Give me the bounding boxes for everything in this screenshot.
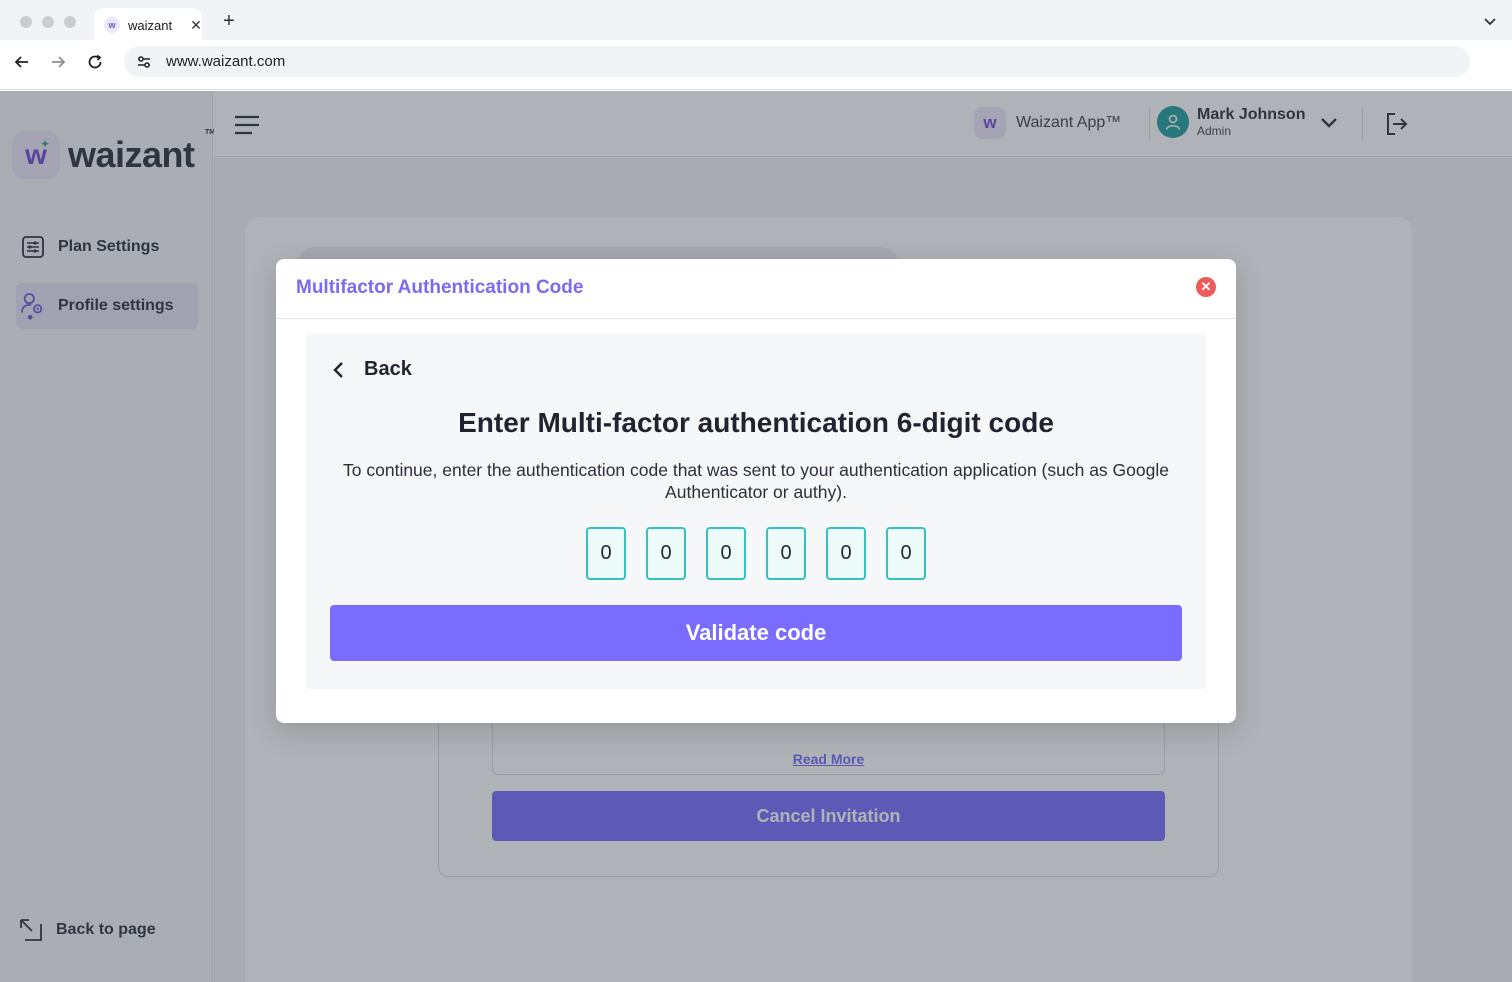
tab-title: waizant bbox=[128, 17, 173, 33]
tab-list-chevron-icon[interactable] bbox=[1482, 13, 1498, 29]
code-digit-3[interactable] bbox=[706, 527, 746, 580]
back-label: Back bbox=[364, 358, 412, 380]
code-input-group bbox=[586, 527, 926, 580]
code-digit-1[interactable] bbox=[586, 527, 626, 580]
code-digit-2[interactable] bbox=[646, 527, 686, 580]
modal-body: Back Enter Multi-factor authentication 6… bbox=[306, 333, 1206, 689]
chevron-left-icon bbox=[333, 361, 343, 378]
modal-header: Multifactor Authentication Code ✕ bbox=[276, 259, 1236, 319]
back-arrow-icon[interactable] bbox=[13, 53, 31, 71]
browser-tab-bar: w waizant ✕ + bbox=[0, 0, 1512, 42]
mfa-heading: Enter Multi-factor authentication 6-digi… bbox=[458, 407, 1054, 438]
code-digit-6[interactable] bbox=[886, 527, 926, 580]
validate-code-button[interactable]: Validate code bbox=[330, 605, 1182, 661]
code-digit-4[interactable] bbox=[766, 527, 806, 580]
browser-tab[interactable]: w waizant ✕ bbox=[94, 8, 202, 42]
close-icon[interactable]: ✕ bbox=[1196, 277, 1216, 297]
url-text: www.waizant.com bbox=[166, 53, 286, 70]
reload-icon[interactable] bbox=[86, 53, 104, 71]
back-button[interactable]: Back bbox=[332, 358, 412, 381]
new-tab-button[interactable]: + bbox=[218, 10, 240, 32]
window-close-dot[interactable] bbox=[20, 16, 32, 28]
waizant-favicon-icon: w bbox=[104, 17, 120, 33]
close-tab-icon[interactable]: ✕ bbox=[190, 17, 202, 34]
mfa-modal: Multifactor Authentication Code ✕ Back E… bbox=[276, 259, 1236, 723]
window-zoom-dot[interactable] bbox=[64, 16, 76, 28]
address-bar[interactable]: www.waizant.com bbox=[124, 46, 1470, 77]
window-minimize-dot[interactable] bbox=[42, 16, 54, 28]
modal-title: Multifactor Authentication Code bbox=[296, 277, 584, 298]
code-digit-5[interactable] bbox=[826, 527, 866, 580]
browser-toolbar: www.waizant.com bbox=[0, 40, 1512, 90]
site-settings-icon[interactable] bbox=[136, 54, 152, 70]
forward-arrow-icon[interactable] bbox=[49, 53, 67, 71]
mfa-description: To continue, enter the authentication co… bbox=[343, 460, 1169, 502]
